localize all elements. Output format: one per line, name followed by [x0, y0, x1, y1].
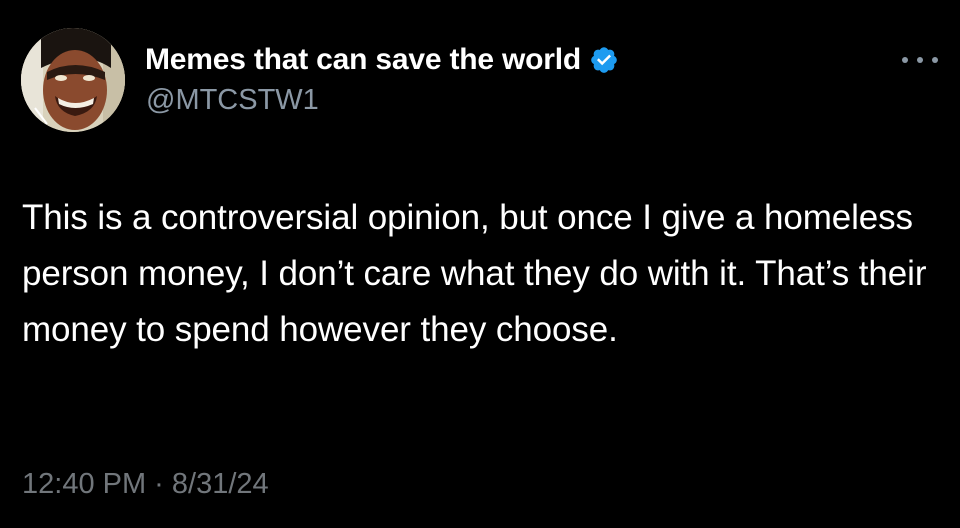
- tweet-timestamp[interactable]: 12:40 PM · 8/31/24: [22, 468, 269, 501]
- author-row: Memes that can save the world: [145, 40, 619, 80]
- avatar[interactable]: [21, 28, 125, 132]
- handle[interactable]: @MTCSTW1: [146, 84, 319, 117]
- display-name[interactable]: Memes that can save the world: [145, 43, 581, 77]
- avatar-image: [21, 28, 125, 132]
- more-dot: [902, 57, 908, 63]
- more-dot: [932, 57, 938, 63]
- more-options-icon[interactable]: [902, 50, 938, 70]
- tweet-text: This is a controversial opinion, but onc…: [22, 198, 927, 349]
- tweet-card: Memes that can save the world @MTCSTW1 T…: [0, 0, 960, 528]
- verified-badge-icon[interactable]: [589, 45, 619, 75]
- more-dot: [917, 57, 923, 63]
